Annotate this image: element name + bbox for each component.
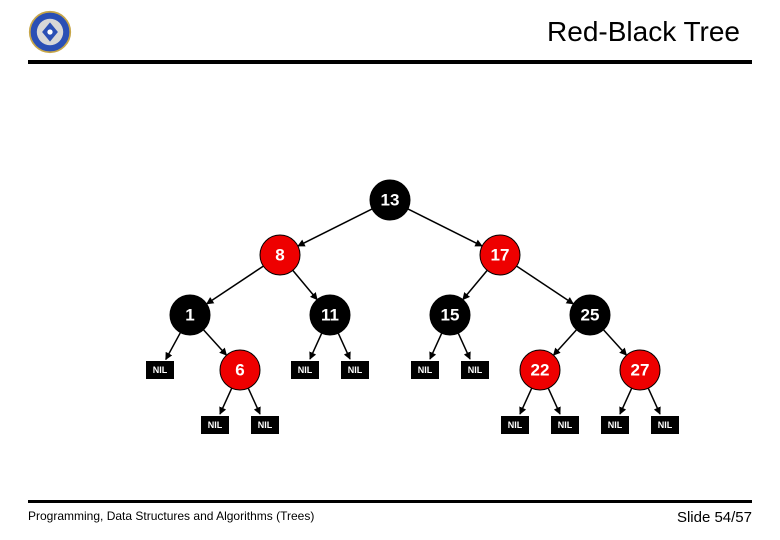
- slide-footer: Programming, Data Structures and Algorit…: [28, 500, 752, 526]
- tree-edge: [517, 266, 574, 304]
- tree-edge: [620, 388, 632, 414]
- svg-text:NIL: NIL: [348, 365, 363, 375]
- tree-edge: [207, 266, 264, 304]
- tree-edge: [603, 330, 626, 355]
- svg-text:17: 17: [491, 246, 510, 265]
- tree-edge: [293, 270, 317, 299]
- tree-node-8: 8: [260, 235, 300, 275]
- svg-text:1: 1: [185, 306, 194, 325]
- tree-edge: [248, 388, 260, 414]
- svg-text:NIL: NIL: [208, 420, 223, 430]
- footer-divider: [28, 500, 752, 503]
- tree-node-15: 15: [430, 295, 470, 335]
- tree-edge: [338, 333, 350, 359]
- tree-edge: [548, 388, 560, 414]
- tree-edge: [553, 330, 576, 355]
- footer-slide-number: Slide 54/57: [677, 509, 752, 526]
- svg-text:NIL: NIL: [608, 420, 623, 430]
- svg-text:25: 25: [581, 306, 600, 325]
- tree-edge: [298, 209, 372, 246]
- svg-text:13: 13: [381, 191, 400, 210]
- institution-logo-icon: [28, 10, 72, 54]
- tree-node-17: 17: [480, 235, 520, 275]
- svg-text:NIL: NIL: [558, 420, 573, 430]
- svg-text:11: 11: [321, 306, 339, 325]
- tree-node-6: 6: [220, 350, 260, 390]
- slide-title: Red-Black Tree: [72, 16, 752, 48]
- tree-nil-leaf: NIL: [501, 416, 529, 434]
- svg-text:8: 8: [275, 246, 284, 265]
- tree-node-11: 11: [310, 295, 350, 335]
- tree-nil-leaf: NIL: [461, 361, 489, 379]
- tree-edge: [463, 270, 487, 299]
- tree-nil-leaf: NIL: [551, 416, 579, 434]
- tree-node-27: 27: [620, 350, 660, 390]
- tree-node-13: 13: [370, 180, 410, 220]
- svg-text:15: 15: [441, 306, 460, 325]
- tree-edge: [203, 330, 226, 355]
- svg-text:NIL: NIL: [298, 365, 313, 375]
- slide-header: Red-Black Tree: [0, 0, 780, 54]
- svg-text:NIL: NIL: [418, 365, 433, 375]
- tree-edge: [310, 333, 322, 359]
- tree-node-25: 25: [570, 295, 610, 335]
- svg-text:NIL: NIL: [508, 420, 523, 430]
- tree-nil-leaf: NIL: [201, 416, 229, 434]
- tree-edge: [458, 333, 470, 359]
- svg-text:NIL: NIL: [658, 420, 673, 430]
- footer-course-text: Programming, Data Structures and Algorit…: [28, 509, 314, 526]
- svg-text:NIL: NIL: [468, 365, 483, 375]
- svg-text:27: 27: [631, 361, 650, 380]
- svg-text:NIL: NIL: [153, 365, 168, 375]
- tree-nil-leaf: NIL: [251, 416, 279, 434]
- tree-edge: [520, 388, 532, 414]
- tree-nil-leaf: NIL: [146, 361, 174, 379]
- tree-edge: [166, 333, 181, 360]
- red-black-tree-diagram: 13817111152562227NILNILNILNILNILNILNILNI…: [0, 150, 780, 470]
- tree-nil-leaf: NIL: [341, 361, 369, 379]
- tree-nil-leaf: NIL: [291, 361, 319, 379]
- svg-text:NIL: NIL: [258, 420, 273, 430]
- svg-text:22: 22: [531, 361, 550, 380]
- svg-text:6: 6: [235, 361, 244, 380]
- tree-edge: [648, 388, 660, 414]
- header-divider: [28, 60, 752, 64]
- tree-nil-leaf: NIL: [651, 416, 679, 434]
- tree-node-22: 22: [520, 350, 560, 390]
- tree-node-1: 1: [170, 295, 210, 335]
- tree-edge: [220, 388, 232, 414]
- tree-nil-leaf: NIL: [601, 416, 629, 434]
- tree-edge: [430, 333, 442, 359]
- tree-nil-leaf: NIL: [411, 361, 439, 379]
- tree-edge: [408, 209, 482, 246]
